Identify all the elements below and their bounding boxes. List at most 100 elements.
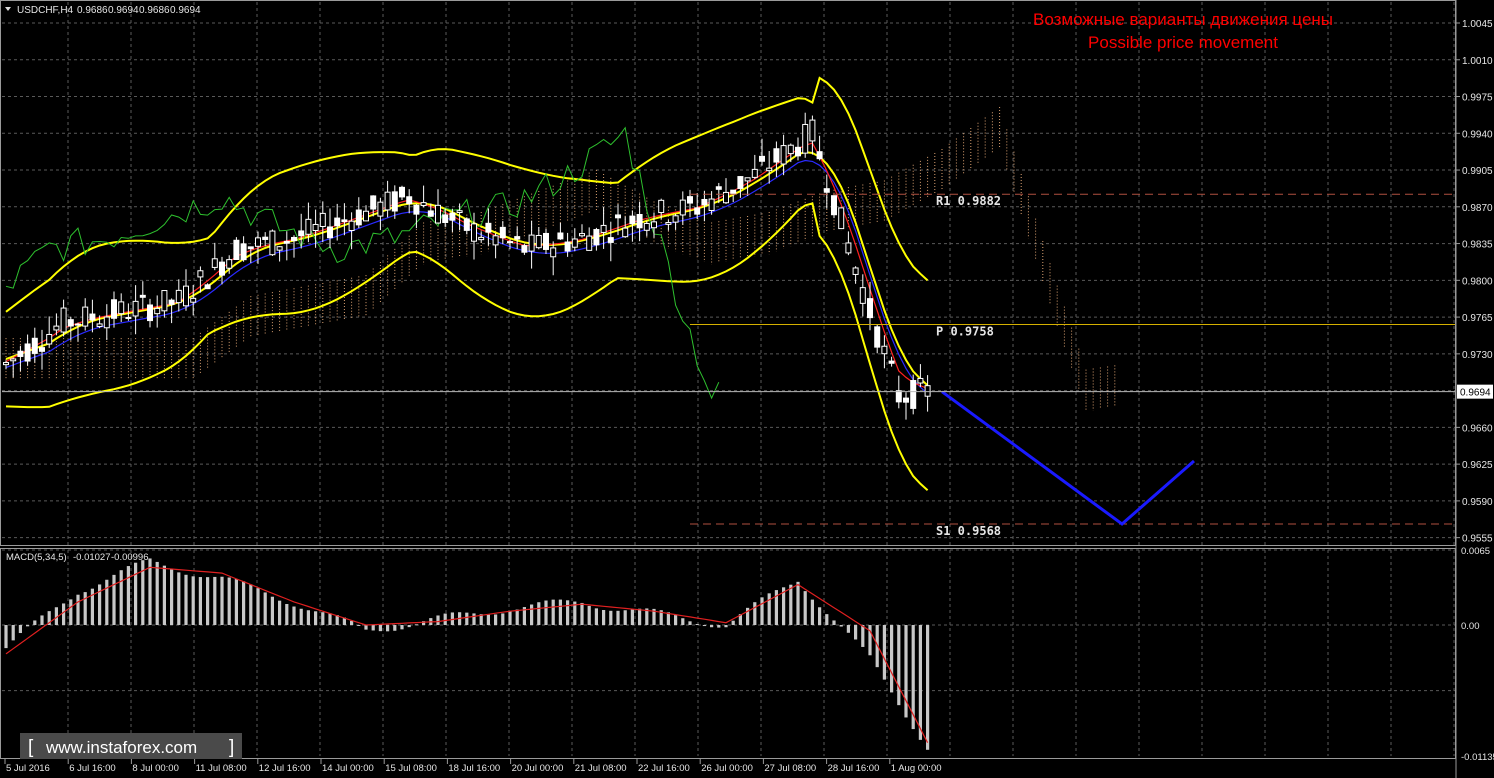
- candle-body: [795, 146, 801, 157]
- candle-body: [60, 307, 67, 333]
- ohlc-high: 0.9694: [108, 5, 139, 16]
- candle-body: [924, 385, 931, 397]
- candle-body: [3, 362, 9, 366]
- candle-body: [636, 213, 643, 229]
- macd-bar: [119, 570, 123, 626]
- chart-header: USDCHF,H4 0.9686 0.9694 0.9686 0.9694: [5, 5, 201, 16]
- candle-body: [456, 210, 463, 213]
- candle-body: [75, 323, 81, 326]
- candle-body: [759, 155, 765, 162]
- candle-body: [723, 191, 729, 204]
- candle-body: [507, 241, 513, 244]
- price-tick-label: 0.9870: [1462, 203, 1493, 214]
- macd-bar: [126, 566, 130, 626]
- candle-body: [888, 360, 895, 364]
- macd-bar: [299, 608, 303, 626]
- candle-body: [809, 119, 816, 142]
- candle-body: [701, 198, 708, 206]
- candle-body: [478, 236, 485, 241]
- candle-body: [694, 207, 701, 215]
- time-tick-label: 8 Jul 00:00: [132, 763, 178, 774]
- macd-bar: [306, 610, 310, 626]
- macd-bar: [486, 614, 490, 626]
- price-tick-label: 1.0010: [1462, 56, 1493, 67]
- candle-body: [39, 347, 45, 352]
- candle-body: [874, 326, 881, 348]
- candle-body: [341, 219, 348, 223]
- candle-body: [67, 319, 74, 327]
- macd-bar: [400, 625, 404, 630]
- candle-body: [211, 258, 218, 268]
- candle-body: [406, 196, 413, 205]
- time-tick-label: 27 Jul 08:00: [764, 763, 816, 774]
- macd-bar: [623, 610, 627, 626]
- candle-body: [384, 191, 391, 211]
- candle-body: [96, 323, 103, 327]
- candle-body: [773, 148, 780, 163]
- candle-body: [823, 188, 830, 193]
- candle-body: [391, 191, 398, 212]
- macd-bar: [364, 625, 368, 630]
- chart-title: Возможные варианты движения цены: [1033, 10, 1333, 29]
- candle-body: [586, 235, 593, 251]
- macd-bar: [854, 625, 858, 640]
- candle-body: [831, 195, 837, 216]
- candle-body: [816, 151, 823, 160]
- candle-body: [89, 313, 96, 321]
- price-tick-label: 0.9590: [1462, 497, 1493, 508]
- macd-bar: [213, 576, 217, 626]
- candle-body: [327, 226, 333, 239]
- macd-bar: [566, 600, 570, 626]
- macd-bar: [227, 577, 231, 626]
- macd-bar: [76, 594, 80, 626]
- macd-bar: [69, 599, 73, 626]
- candle-body: [499, 226, 506, 239]
- candle-body: [125, 316, 132, 319]
- candle-body: [348, 220, 355, 231]
- candle-body: [708, 198, 715, 211]
- macd-bar: [270, 596, 274, 626]
- candle-body: [305, 218, 312, 235]
- time-tick-label: 22 Jul 16:00: [638, 763, 690, 774]
- candle-body: [737, 176, 744, 189]
- macd-bar: [926, 625, 930, 750]
- macd-bar: [501, 613, 505, 626]
- candle-body: [672, 215, 679, 223]
- time-tick-label: 20 Jul 00:00: [512, 763, 564, 774]
- macd-bar: [393, 625, 397, 631]
- candle-body: [175, 289, 182, 304]
- macd-header: MACD(5,34,5) -0.01027 -0.00996: [6, 552, 149, 563]
- macd-value: -0.01027: [73, 552, 111, 563]
- macd-bar: [508, 611, 512, 626]
- candle-body: [463, 218, 470, 231]
- macd-bar: [62, 603, 66, 626]
- macd-bar: [897, 625, 901, 706]
- candle-body: [420, 202, 427, 206]
- time-tick-label: 5 Jul 2016: [6, 763, 50, 774]
- macd-bar: [846, 625, 850, 633]
- macd-title: MACD(5,34,5): [6, 552, 67, 563]
- macd-bar: [162, 565, 166, 626]
- candle-body: [312, 223, 319, 232]
- candle-body: [276, 246, 283, 251]
- time-tick-label: 15 Jul 08:00: [385, 763, 437, 774]
- macd-bar: [609, 610, 613, 626]
- macd-bar: [695, 624, 699, 626]
- candle-body: [197, 270, 204, 278]
- candle-body: [103, 316, 110, 329]
- candle-body: [514, 236, 521, 240]
- candle-body: [867, 298, 873, 319]
- candle-body: [751, 168, 758, 178]
- macd-bar: [350, 620, 354, 626]
- candle-body: [622, 227, 629, 238]
- candle-body: [571, 238, 578, 248]
- macd-bar: [285, 604, 289, 626]
- watermark-text: www.instaforex.com: [45, 738, 197, 757]
- macd-bar: [198, 577, 202, 626]
- macd-bar: [414, 624, 418, 626]
- macd-tick-label: 0.0065: [1461, 546, 1490, 557]
- candle-body: [543, 232, 549, 250]
- price-tick-label: 0.9975: [1462, 93, 1493, 104]
- macd-bar: [263, 592, 267, 626]
- candle-body: [399, 186, 405, 198]
